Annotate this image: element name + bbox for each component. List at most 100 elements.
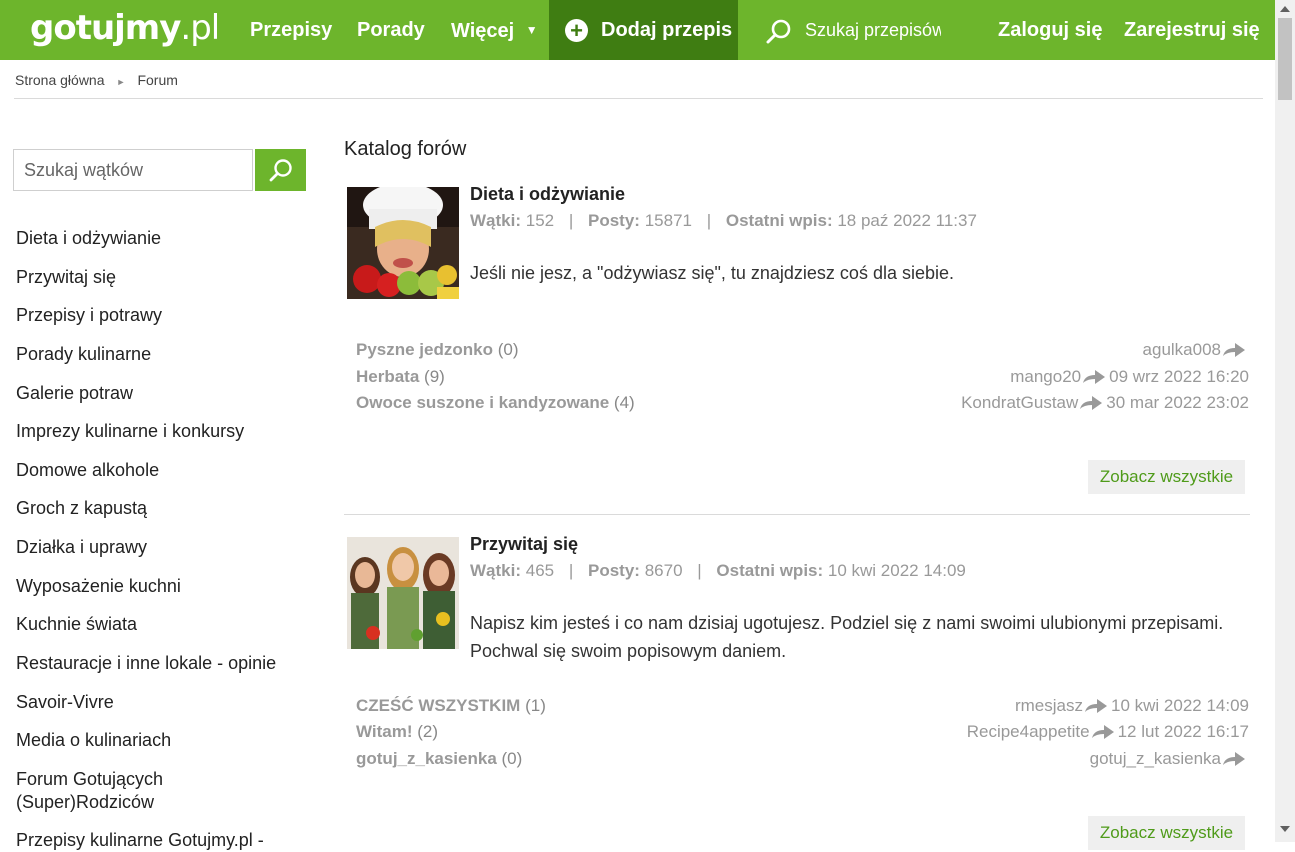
scroll-thumb[interactable] bbox=[1278, 18, 1292, 100]
thread-last-post: Recipe4appetite 12 lut 2022 16:17 bbox=[967, 722, 1249, 742]
nav-porady[interactable]: Porady bbox=[357, 0, 425, 60]
sidebar-item-porady[interactable]: Porady kulinarne bbox=[16, 343, 151, 366]
nav-wiecej[interactable]: Więcej ▼ bbox=[451, 0, 538, 60]
thread-title[interactable]: Witam! bbox=[356, 722, 413, 741]
stats-separator: | bbox=[568, 561, 574, 580]
search-icon[interactable] bbox=[765, 18, 793, 46]
reply-arrow-icon bbox=[1091, 724, 1114, 739]
see-all-button[interactable]: Zobacz wszystkie bbox=[1088, 816, 1245, 850]
last-post-label: Ostatni wpis: bbox=[716, 561, 824, 580]
reply-arrow-icon bbox=[1080, 395, 1103, 410]
thread-user[interactable]: KondratGustaw bbox=[961, 393, 1078, 412]
thread-search-button[interactable] bbox=[255, 149, 306, 191]
scroll-down-icon[interactable] bbox=[1280, 826, 1290, 832]
sidebar-item-wyposazenie[interactable]: Wyposażenie kuchni bbox=[16, 575, 181, 598]
nav-wiecej-label: Więcej bbox=[451, 20, 515, 42]
thread-title[interactable]: Pyszne jedzonko bbox=[356, 340, 493, 359]
sidebar-item-galerie[interactable]: Galerie potraw bbox=[16, 382, 133, 405]
threads-label: Wątki: bbox=[470, 561, 521, 580]
site-logo[interactable]: gotujmy.pl bbox=[30, 8, 220, 48]
divider bbox=[14, 98, 1263, 99]
sidebar-item-alkohole[interactable]: Domowe alkohole bbox=[16, 459, 159, 482]
forum-description: Jeśli nie jesz, a "odżywiasz się", tu zn… bbox=[470, 263, 954, 283]
thread-title[interactable]: Owoce suszone i kandyzowane bbox=[356, 393, 609, 412]
breadcrumb-separator-icon: ► bbox=[116, 77, 126, 87]
thread-row: Witam! (2) Recipe4appetite 12 lut 2022 16… bbox=[356, 722, 1249, 748]
sidebar-item-savoir-vivre[interactable]: Savoir-Vivre bbox=[16, 691, 114, 714]
sidebar-item-groch[interactable]: Groch z kapustą bbox=[16, 497, 147, 520]
thread-user[interactable]: mango20 bbox=[1010, 367, 1081, 386]
sidebar-item-przepisy[interactable]: Przepisy i potrawy bbox=[16, 304, 162, 327]
add-recipe-button[interactable]: + Dodaj przepis bbox=[549, 0, 738, 60]
posts-count: 15871 bbox=[644, 211, 692, 230]
register-link[interactable]: Zarejestruj się bbox=[1124, 0, 1260, 60]
add-recipe-label: Dodaj przepis bbox=[601, 19, 733, 41]
sidebar-item-restauracje[interactable]: Restauracje i inne lokale - opinie bbox=[16, 652, 276, 675]
thread-last-post: mango20 09 wrz 2022 16:20 bbox=[1010, 367, 1249, 387]
thread-date: 30 mar 2022 23:02 bbox=[1106, 393, 1249, 412]
last-post-date: 10 kwi 2022 14:09 bbox=[827, 561, 966, 580]
thread-user[interactable]: Recipe4appetite bbox=[967, 722, 1090, 741]
stats-separator: | bbox=[568, 211, 574, 230]
nav-przepisy[interactable]: Przepisy bbox=[250, 0, 332, 60]
reply-arrow-icon bbox=[1083, 369, 1106, 384]
top-search bbox=[765, 14, 945, 48]
page-scrollbar[interactable] bbox=[1275, 0, 1295, 842]
breadcrumb-home[interactable]: Strona główna bbox=[15, 72, 105, 88]
sidebar-item-dieta[interactable]: Dieta i odżywianie bbox=[16, 227, 161, 250]
divider bbox=[344, 514, 1250, 515]
forum-stats: Wątki: 465 | Posty: 8670 | Ostatni wpis:… bbox=[470, 561, 966, 581]
forum-stats: Wątki: 152 | Posty: 15871 | Ostatni wpis… bbox=[470, 211, 977, 231]
thread-date: 10 kwi 2022 14:09 bbox=[1111, 696, 1249, 715]
search-icon bbox=[269, 159, 292, 182]
last-post-date: 18 paź 2022 11:37 bbox=[837, 211, 977, 230]
sidebar-item-przywitaj[interactable]: Przywitaj się bbox=[16, 266, 116, 289]
thread-user[interactable]: gotuj_z_kasienka bbox=[1090, 749, 1221, 768]
sidebar-item-kuchnie[interactable]: Kuchnie świata bbox=[16, 613, 137, 636]
sidebar-item-media[interactable]: Media o kulinariach bbox=[16, 729, 171, 752]
thread-row: Pyszne jedzonko (0) agulka008 bbox=[356, 340, 1249, 366]
threads-label: Wątki: bbox=[470, 211, 521, 230]
last-post-label: Ostatni wpis: bbox=[725, 211, 833, 230]
thread-title[interactable]: Herbata bbox=[356, 367, 419, 386]
sidebar-item-imprezy[interactable]: Imprezy kulinarne i konkursy bbox=[16, 420, 244, 443]
thread-user[interactable]: agulka008 bbox=[1143, 340, 1221, 359]
sidebar-item-dzialka[interactable]: Działka i uprawy bbox=[16, 536, 147, 559]
scroll-up-icon[interactable] bbox=[1280, 6, 1290, 12]
posts-label: Posty: bbox=[588, 211, 640, 230]
recipe-search-input[interactable] bbox=[803, 14, 943, 46]
thread-last-post: agulka008 bbox=[1143, 340, 1249, 360]
thread-count: (2) bbox=[417, 722, 439, 741]
login-link[interactable]: Zaloguj się bbox=[998, 0, 1102, 60]
forum-card: Dieta i odżywianie Wątki: 152 | Posty: 1… bbox=[344, 184, 1250, 517]
forum-title[interactable]: Dieta i odżywianie bbox=[470, 184, 625, 205]
chevron-down-icon: ▼ bbox=[525, 23, 538, 37]
thread-row: Herbata (9) mango20 09 wrz 2022 16:20 bbox=[356, 367, 1249, 393]
thread-count: (9) bbox=[424, 367, 445, 386]
thread-search-input[interactable] bbox=[13, 149, 253, 191]
thread-count: (0) bbox=[501, 749, 523, 768]
logo-text: gotujmy bbox=[30, 8, 181, 48]
page-title: Katalog forów bbox=[344, 138, 467, 160]
threads-count: 152 bbox=[525, 211, 555, 230]
thread-count: (0) bbox=[497, 340, 519, 359]
forum-card: Przywitaj się Wątki: 465 | Posty: 8670 |… bbox=[344, 534, 1250, 850]
sidebar-item-rodzice[interactable]: Forum Gotujących (Super)Rodziców bbox=[16, 768, 216, 814]
thread-user[interactable]: rmesjasz bbox=[1015, 696, 1083, 715]
thread-row: gotuj_z_kasienka (0) gotuj_z_kasienka bbox=[356, 749, 1249, 775]
forum-image-friends[interactable] bbox=[347, 537, 459, 649]
thread-date: 12 lut 2022 16:17 bbox=[1117, 722, 1249, 741]
thread-date: 09 wrz 2022 16:20 bbox=[1109, 367, 1249, 386]
thread-count: (1) bbox=[525, 696, 546, 715]
forum-image-chef[interactable] bbox=[347, 187, 459, 299]
threads-count: 465 bbox=[525, 561, 555, 580]
thread-last-post: rmesjasz 10 kwi 2022 14:09 bbox=[1015, 696, 1249, 716]
thread-title[interactable]: CZEŚĆ WSZYSTKIM bbox=[356, 696, 520, 715]
thread-title[interactable]: gotuj_z_kasienka bbox=[356, 749, 497, 768]
forum-description: Napisz kim jesteś i co nam dzisiaj ugotu… bbox=[470, 613, 1224, 661]
thread-last-post: KondratGustaw 30 mar 2022 23:02 bbox=[961, 393, 1249, 413]
thread-row: Owoce suszone i kandyzowane (4) KondratG… bbox=[356, 393, 1249, 419]
sidebar-item-przepisy-gotujmy[interactable]: Przepisy kulinarne Gotujmy.pl - bbox=[16, 829, 264, 852]
see-all-button[interactable]: Zobacz wszystkie bbox=[1088, 460, 1245, 494]
forum-title[interactable]: Przywitaj się bbox=[470, 534, 578, 555]
